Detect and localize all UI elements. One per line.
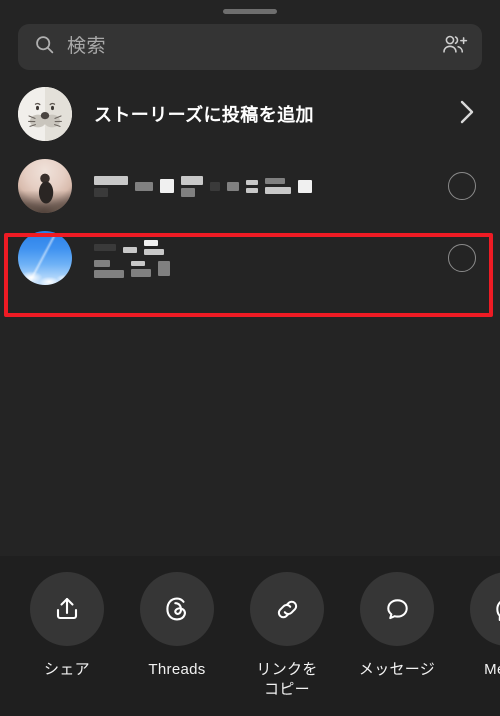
contact-row-2[interactable] [0, 222, 500, 294]
share-option-threads[interactable]: Threads [136, 572, 218, 701]
sheet-handle-area[interactable] [0, 0, 500, 16]
contact-avatar-2 [18, 231, 72, 285]
add-to-story-row[interactable]: ストーリーズに投稿を追加 [0, 78, 500, 150]
threads-icon-circle[interactable] [140, 572, 214, 646]
search-icon [34, 34, 55, 60]
share-icon-circle[interactable] [30, 572, 104, 646]
share-recipient-list: ストーリーズに投稿を追加 [0, 78, 500, 294]
messenger-icon-circle[interactable] [470, 572, 500, 646]
share-option-threads-label: Threads [148, 661, 206, 678]
add-people-icon[interactable] [442, 34, 468, 61]
drag-handle[interactable] [223, 8, 277, 14]
share-option-message-label: メッセージ [358, 661, 436, 678]
share-option-messenger-label: Messe [484, 661, 500, 678]
share-destination-tray: シェア Threads リンクを コピー メッセージ M [0, 556, 500, 716]
share-option-message[interactable]: メッセージ [356, 572, 438, 701]
seal-avatar [18, 87, 72, 141]
contact-select-circle-1[interactable] [448, 172, 476, 200]
link-icon [277, 600, 297, 618]
messenger-icon [495, 600, 500, 621]
search-section [0, 16, 500, 70]
search-bar[interactable] [18, 24, 482, 70]
seal-avatar-art [18, 87, 72, 141]
share-option-copy-link-label: リンクを コピー [256, 661, 318, 699]
chevron-right-icon[interactable] [456, 97, 478, 132]
search-input[interactable] [67, 36, 430, 58]
share-option-share[interactable]: シェア [26, 572, 108, 701]
share-option-messenger[interactable]: Messe [466, 572, 500, 701]
threads-icon [166, 597, 186, 621]
share-option-share-label: シェア [44, 661, 90, 678]
add-to-story-label: ストーリーズに投稿を追加 [94, 105, 314, 125]
contact-avatar-1 [18, 159, 72, 213]
link-icon-circle[interactable] [250, 572, 324, 646]
share-option-copy-link[interactable]: リンクを コピー [246, 572, 328, 701]
contact-name-2-redacted [94, 240, 448, 278]
contact-row-1[interactable] [0, 150, 500, 222]
message-bubble-icon-circle[interactable] [360, 572, 434, 646]
message-bubble-icon [386, 598, 408, 619]
share-destination-scroller[interactable]: シェア Threads リンクを コピー メッセージ M [0, 572, 500, 701]
contact-select-circle-2[interactable] [448, 244, 476, 272]
contact-name-1-redacted [94, 175, 448, 197]
share-icon [56, 597, 78, 620]
